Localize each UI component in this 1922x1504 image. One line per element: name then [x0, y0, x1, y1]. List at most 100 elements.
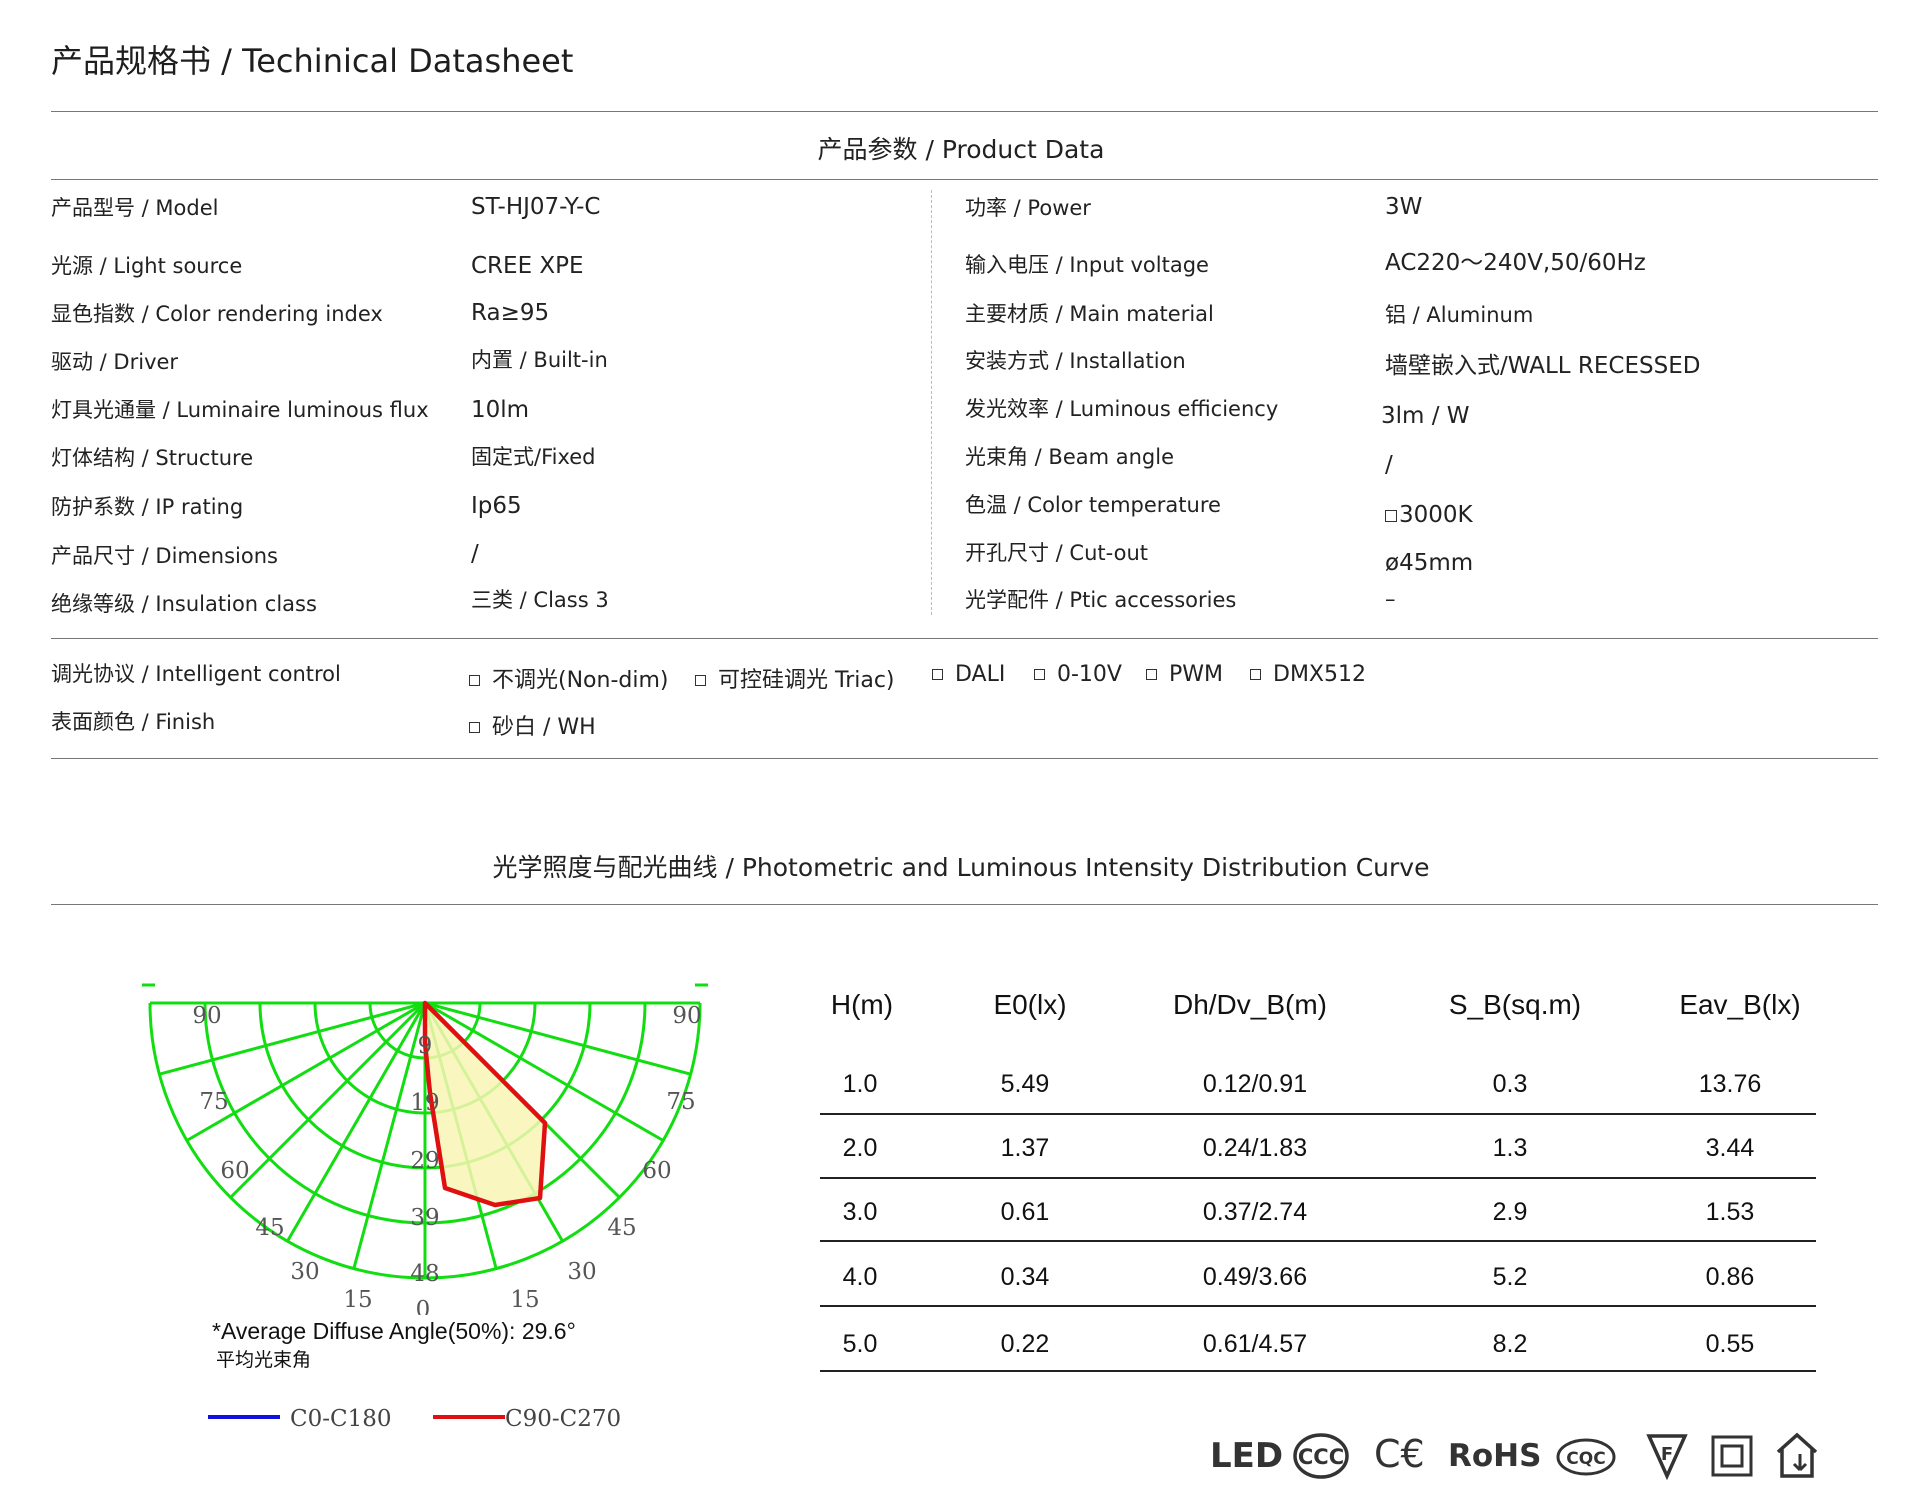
checkbox-icon[interactable]	[469, 675, 480, 686]
column-divider	[931, 190, 932, 615]
spec-label: 功率 / Power	[965, 196, 1091, 220]
radial-value-label: 9	[418, 1033, 433, 1059]
spec-label: 显色指数 / Color rendering index	[51, 302, 383, 326]
table-cell: 0.22	[1000, 1330, 1050, 1358]
table-header: Eav_B(lx)	[1679, 989, 1801, 1020]
page-title: 产品规格书 / Techinical Datasheet	[51, 42, 574, 80]
average-beam-angle-note: 平均光束角	[216, 1349, 312, 1371]
divider	[51, 904, 1878, 905]
angle-label: 30	[567, 1259, 596, 1285]
table-row-divider	[820, 1370, 1816, 1372]
spec-value: ST-HJ07-Y-C	[471, 194, 601, 220]
checkbox-icon[interactable]	[932, 669, 943, 680]
spec-value: –	[1385, 587, 1396, 611]
table-cell: 5.49	[1000, 1070, 1050, 1098]
angle-label: 15	[343, 1287, 372, 1313]
f-mark-icon: F	[1646, 1434, 1688, 1480]
angle-label: 45	[607, 1215, 636, 1241]
finish-option-wh[interactable]: 砂白 / WH	[469, 709, 596, 741]
control-option-pwm[interactable]: PWM	[1146, 662, 1223, 687]
spec-value: AC220～240V,50/60Hz	[1385, 250, 1646, 276]
legend-c90-c270: C90-C270	[433, 1406, 621, 1432]
divider	[51, 638, 1878, 639]
spec-value: 内置 / Built-in	[471, 348, 608, 372]
legend-c0-c180: C0-C180	[208, 1406, 392, 1432]
legend-label: C0-C180	[290, 1406, 392, 1432]
table-cell: 2.0	[842, 1134, 878, 1162]
divider	[51, 179, 1878, 180]
angle-label: 90	[192, 1003, 221, 1029]
spec-label: 发光效率 / Luminous efficiency	[965, 397, 1279, 421]
indoor-use-icon	[1776, 1432, 1818, 1478]
spec-label: 主要材质 / Main material	[965, 302, 1214, 326]
table-cell: 0.3	[1492, 1070, 1528, 1098]
table-cell: 1.3	[1492, 1134, 1528, 1162]
angle-label: 75	[666, 1089, 695, 1115]
checkbox-icon[interactable]	[1146, 669, 1157, 680]
average-diffuse-angle-note: *Average Diffuse Angle(50%): 29.6°	[212, 1318, 576, 1344]
spec-label: 光学配件 / Ptic accessories	[965, 588, 1237, 612]
checkbox-icon[interactable]	[469, 722, 480, 733]
checkbox-icon[interactable]	[695, 675, 706, 686]
table-cell: 0.86	[1705, 1263, 1755, 1291]
table-cell: 5.2	[1492, 1263, 1528, 1291]
control-option-0-10v[interactable]: 0-10V	[1034, 662, 1122, 687]
svg-text:CCC: CCC	[1298, 1445, 1344, 1469]
table-cell: 5.0	[842, 1330, 878, 1358]
table-cell: 0.49/3.66	[1202, 1263, 1308, 1291]
spec-label: 开孔尺寸 / Cut-out	[965, 541, 1148, 565]
angle-label: 60	[642, 1158, 671, 1184]
checkbox-icon	[1385, 510, 1397, 522]
spec-value: /	[471, 541, 479, 567]
polar-distribution-diagram: 90 9075 7560 6045 4530 3015 150919293948	[142, 983, 708, 1315]
table-cell: 4.0	[842, 1263, 878, 1291]
table-row-divider	[820, 1305, 1816, 1307]
table-cell: 1.0	[842, 1070, 878, 1098]
table-cell: 0.12/0.91	[1202, 1070, 1308, 1098]
table-cell: 0.61/4.57	[1202, 1330, 1308, 1358]
spec-value: Ra≥95	[471, 300, 550, 326]
spec-label: 防护系数 / IP rating	[51, 495, 244, 519]
spec-value: Ip65	[471, 493, 522, 519]
control-option-dmx512[interactable]: DMX512	[1250, 662, 1366, 687]
spec-label: 光束角 / Beam angle	[965, 445, 1175, 469]
table-cell: 0.55	[1705, 1330, 1755, 1358]
spec-value: 铝 / Aluminum	[1385, 303, 1534, 327]
divider	[51, 111, 1878, 112]
angle-label-zero: 0	[416, 1297, 431, 1315]
control-option-non-dim[interactable]: 不调光(Non-dim)	[469, 662, 668, 694]
angle-label: 15	[510, 1287, 539, 1313]
angle-label: 30	[290, 1259, 319, 1285]
spec-value: 墙壁嵌入式/WALL RECESSED	[1385, 353, 1701, 379]
table-header: H(m)	[830, 989, 894, 1020]
spec-value: 10lm	[471, 397, 530, 423]
table-row-divider	[820, 1177, 1816, 1179]
spec-label: 驱动 / Driver	[51, 350, 179, 374]
control-option-dali[interactable]: DALI	[932, 662, 1005, 687]
radial-value-label: 48	[410, 1261, 439, 1287]
ccc-mark-icon: CCC	[1293, 1433, 1349, 1479]
spec-value: 三类 / Class 3	[471, 588, 609, 612]
spec-label: 灯具光通量 / Luminaire luminous flux	[51, 398, 429, 422]
led-logo: LED	[1210, 1436, 1284, 1476]
table-cell: 8.2	[1492, 1330, 1528, 1358]
checkbox-icon[interactable]	[1034, 669, 1045, 680]
spec-label: 色温 / Color temperature	[965, 493, 1221, 517]
spec-label: 绝缘等级 / Insulation class	[51, 592, 317, 616]
checkbox-icon[interactable]	[1250, 669, 1261, 680]
table-header: Dh/Dv_B(m)	[1172, 989, 1327, 1020]
table-header: E0(lx)	[993, 989, 1067, 1020]
rohs-logo: RoHS	[1448, 1438, 1542, 1474]
spec-label: 灯体结构 / Structure	[51, 446, 254, 470]
angle-label: 60	[220, 1158, 249, 1184]
svg-text:CQC: CQC	[1566, 1449, 1605, 1469]
class-ii-icon	[1711, 1435, 1753, 1477]
table-cell: 3.44	[1705, 1134, 1755, 1162]
grid-spoke	[286, 1002, 427, 1242]
table-cell: 3.0	[842, 1198, 878, 1226]
spec-label: 光源 / Light source	[51, 254, 243, 278]
radial-value-label: 39	[410, 1205, 439, 1231]
table-cell: 0.61	[1000, 1198, 1050, 1226]
spec-label: 产品尺寸 / Dimensions	[51, 544, 278, 568]
control-option-triac[interactable]: 可控硅调光 Triac)	[695, 662, 895, 694]
